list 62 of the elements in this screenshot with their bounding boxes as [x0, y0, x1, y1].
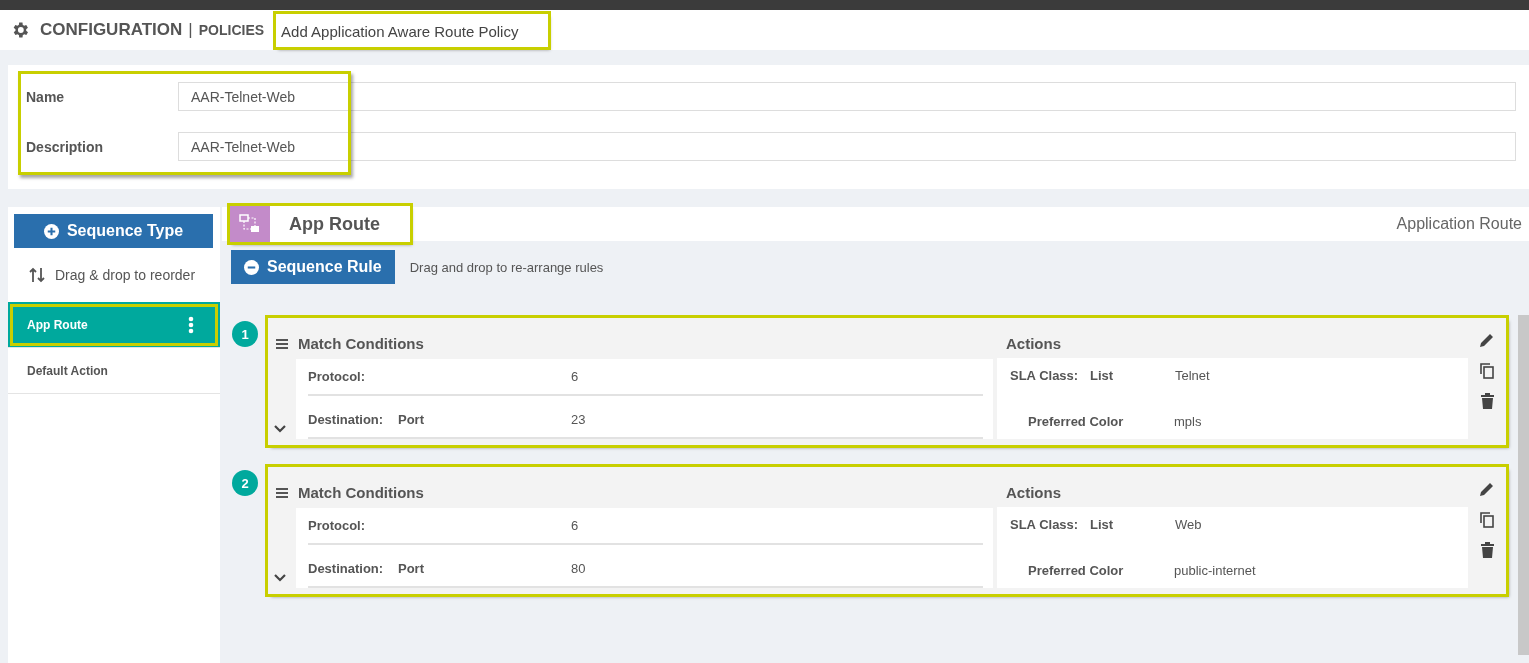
- scrollbar[interactable]: [1518, 315, 1529, 655]
- section-heading: Actions: [1006, 483, 1061, 501]
- delete-button[interactable]: [1478, 540, 1496, 560]
- condition-label: Destination:: [308, 561, 385, 576]
- sidebar-item-label: Default Action: [27, 363, 108, 378]
- rule-hint: Drag and drop to re-arrange rules: [409, 259, 604, 275]
- condition-value: 6: [571, 518, 579, 533]
- condition-label: Preferred Color: [1028, 414, 1125, 429]
- sequence-rule-button[interactable]: Sequence Rule: [231, 250, 395, 284]
- condition-value: mpls: [1174, 414, 1202, 429]
- condition-value: public-internet: [1174, 563, 1256, 578]
- condition-qualifier: List: [1090, 368, 1115, 383]
- copy-icon: [1479, 362, 1495, 379]
- sequence-tab[interactable]: App Route: [230, 206, 410, 242]
- kebab-menu-icon: [188, 315, 194, 334]
- condition-qualifier: List: [1090, 517, 1115, 532]
- condition-qualifier: Port: [398, 561, 425, 576]
- condition-label: Destination:: [308, 412, 385, 427]
- plus-circle-icon: [43, 223, 59, 239]
- condition-label: Protocol:: [308, 518, 367, 533]
- chevron-down-icon: [274, 425, 286, 433]
- sidebar-item[interactable]: Default Action: [8, 348, 220, 394]
- field-label: Name: [26, 88, 66, 105]
- sequence-number-badge: 1: [232, 321, 258, 347]
- subsection-title: POLICIES: [198, 22, 265, 38]
- copy-icon: [1479, 511, 1495, 528]
- condition-label: SLA Class:: [1010, 517, 1080, 532]
- pencil-icon: [1479, 481, 1495, 497]
- sort-arrows-icon: [28, 266, 46, 284]
- sequence-type-label: Application Route: [1396, 215, 1522, 233]
- copy-button[interactable]: [1477, 509, 1497, 530]
- section-heading: Match Conditions: [298, 335, 424, 352]
- drag-handle-icon: [276, 487, 288, 498]
- drag-handle-icon: [276, 338, 288, 349]
- field-label: Description: [26, 138, 104, 155]
- pencil-icon: [1479, 332, 1495, 348]
- trash-icon: [1480, 542, 1494, 558]
- condition-value: Telnet: [1175, 368, 1210, 383]
- section-title: CONFIGURATION: [40, 20, 183, 40]
- condition-value: 6: [571, 369, 579, 384]
- page-title: Add Application Aware Route Policy: [276, 13, 549, 47]
- condition-label: SLA Class:: [1010, 368, 1080, 383]
- condition-label: Preferred Color: [1028, 563, 1125, 578]
- condition-label: Protocol:: [308, 369, 367, 384]
- copy-button[interactable]: [1477, 360, 1497, 381]
- trash-icon: [1480, 393, 1494, 409]
- sequence-number-badge: 2: [232, 470, 258, 496]
- condition-value: Web: [1175, 517, 1202, 532]
- reorder-hint: Drag & drop to reorder: [55, 267, 196, 283]
- sidebar-item-label: App Route: [27, 317, 88, 332]
- input-field[interactable]: AAR-Telnet-Web: [178, 82, 1516, 111]
- section-heading: Actions: [1006, 334, 1061, 352]
- condition-qualifier: Port: [398, 412, 425, 427]
- chevron-down-icon: [274, 574, 286, 582]
- separator: |: [188, 20, 193, 40]
- section-heading: Match Conditions: [298, 484, 424, 501]
- condition-value: 80: [571, 561, 586, 576]
- sequence-type-button[interactable]: Sequence Type: [14, 214, 213, 248]
- condition-value: 23: [571, 412, 586, 427]
- delete-button[interactable]: [1478, 391, 1496, 411]
- input-field[interactable]: AAR-Telnet-Web: [178, 132, 1516, 161]
- minus-circle-icon: [244, 259, 259, 275]
